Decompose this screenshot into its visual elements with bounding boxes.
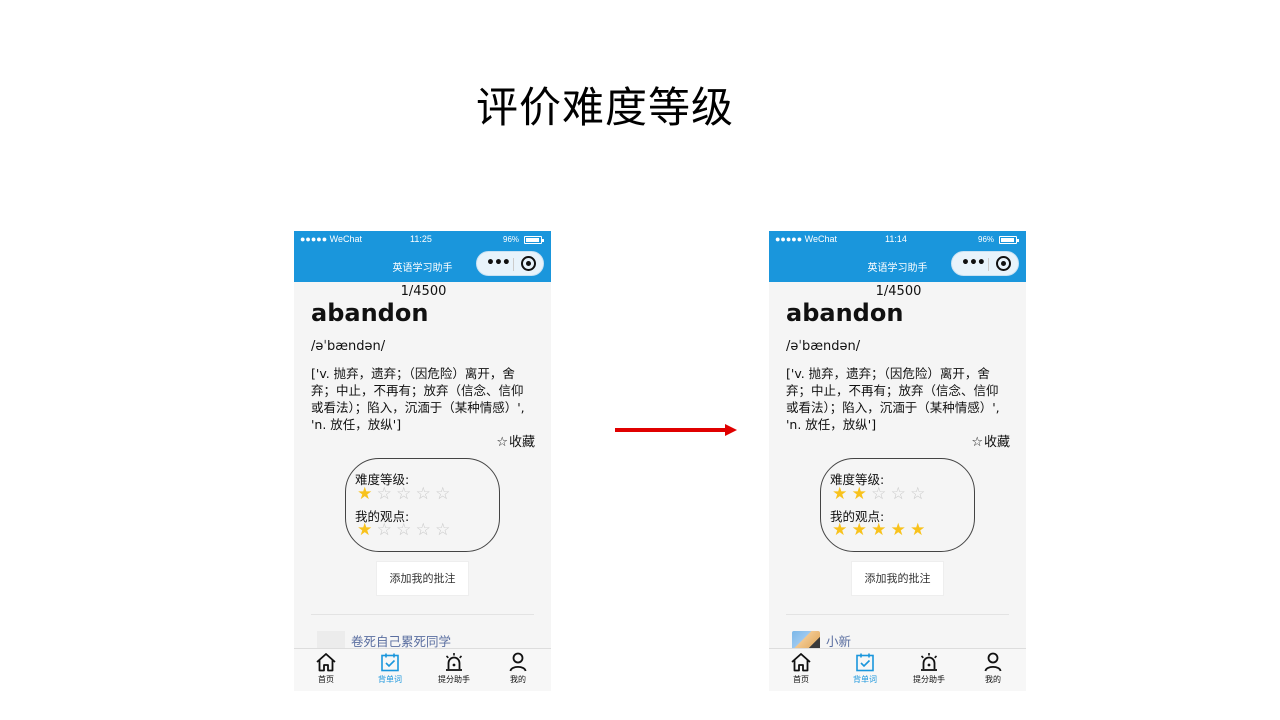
carrier-signal: ●●●●● WeChat bbox=[775, 234, 838, 244]
more-icon[interactable]: ••• bbox=[486, 256, 511, 270]
home-icon bbox=[316, 653, 336, 672]
star-outline-icon: ☆ bbox=[496, 435, 508, 450]
tab-label: 提分助手 bbox=[438, 675, 470, 684]
word-counter-text: 1/4500 bbox=[400, 284, 447, 299]
tab-bar: 首页 背单词 提分助手 我的 bbox=[294, 648, 551, 691]
close-target-icon[interactable] bbox=[521, 256, 536, 271]
battery-icon bbox=[524, 236, 544, 244]
star-empty-icon[interactable]: ☆ bbox=[376, 486, 394, 503]
alarm-light-icon bbox=[445, 653, 463, 671]
battery-icon bbox=[999, 236, 1019, 244]
difficulty-stars[interactable]: ★ ☆ ☆ ☆ ☆ bbox=[356, 486, 452, 503]
alarm-light-icon bbox=[920, 653, 938, 671]
favorite-label: 收藏 bbox=[508, 435, 535, 450]
tab-vocabulary[interactable]: 背单词 bbox=[365, 652, 415, 685]
tab-label: 首页 bbox=[318, 675, 334, 684]
favorite-button[interactable]: ☆收藏 bbox=[496, 431, 535, 450]
transition-arrow-icon bbox=[615, 424, 737, 436]
tab-label: 首页 bbox=[793, 675, 809, 684]
user-icon bbox=[509, 652, 527, 672]
star-filled-icon[interactable]: ★ bbox=[831, 522, 849, 539]
nav-bar: 英语学习助手 ••• bbox=[294, 249, 551, 282]
star-filled-icon[interactable]: ★ bbox=[870, 522, 888, 539]
status-time: 11:25 bbox=[410, 234, 432, 244]
status-bar: ●●●●● WeChat 11:25 96% bbox=[294, 231, 551, 249]
opinion-stars[interactable]: ★ ★ ★ ★ ★ bbox=[831, 522, 927, 539]
tab-label: 提分助手 bbox=[913, 675, 945, 684]
tab-vocabulary[interactable]: 背单词 bbox=[840, 652, 890, 685]
opinion-stars[interactable]: ★ ☆ ☆ ☆ ☆ bbox=[356, 522, 452, 539]
calendar-check-icon bbox=[381, 653, 399, 672]
slide-title: 评价难度等级 bbox=[476, 83, 735, 132]
star-filled-icon[interactable]: ★ bbox=[356, 522, 374, 539]
battery-percent: 96% bbox=[978, 235, 995, 244]
star-filled-icon[interactable]: ★ bbox=[851, 486, 869, 503]
nav-bar: 英语学习助手 ••• bbox=[769, 249, 1026, 282]
status-bar: ●●●●● WeChat 11:14 96% bbox=[769, 231, 1026, 249]
star-filled-icon[interactable]: ★ bbox=[909, 522, 927, 539]
star-empty-icon[interactable]: ☆ bbox=[890, 486, 908, 503]
status-time: 11:14 bbox=[885, 234, 907, 244]
tab-label: 背单词 bbox=[378, 675, 402, 684]
star-empty-icon[interactable]: ☆ bbox=[434, 486, 452, 503]
star-empty-icon[interactable]: ☆ bbox=[415, 522, 433, 539]
definition: ['v. 抛弃，遗弃；（因危险）离开，舍弃；中止，不再有；放弃（信念、信仰或看法… bbox=[311, 366, 525, 432]
star-empty-icon[interactable]: ☆ bbox=[870, 486, 888, 503]
difficulty-stars[interactable]: ★ ★ ☆ ☆ ☆ bbox=[831, 486, 927, 503]
phonetic: /əˈbændən/ bbox=[786, 339, 861, 354]
divider bbox=[311, 614, 534, 615]
tab-profile[interactable]: 我的 bbox=[968, 652, 1018, 685]
mini-program-capsule: ••• bbox=[951, 251, 1019, 276]
star-empty-icon[interactable]: ☆ bbox=[434, 522, 452, 539]
star-empty-icon[interactable]: ☆ bbox=[415, 486, 433, 503]
word-title: abandon bbox=[311, 299, 429, 327]
star-outline-icon: ☆ bbox=[971, 435, 983, 450]
star-filled-icon[interactable]: ★ bbox=[356, 486, 374, 503]
tab-label: 背单词 bbox=[853, 675, 877, 684]
more-icon[interactable]: ••• bbox=[961, 256, 986, 270]
word-title: abandon bbox=[786, 299, 904, 327]
word-counter: 1/4500 bbox=[769, 284, 1026, 299]
add-annotation-button[interactable]: 添加我的批注 bbox=[851, 561, 944, 596]
tab-boost[interactable]: 提分助手 bbox=[904, 652, 954, 685]
tab-home[interactable]: 首页 bbox=[301, 652, 351, 685]
star-filled-icon[interactable]: ★ bbox=[851, 522, 869, 539]
phonetic: /əˈbændən/ bbox=[311, 339, 386, 354]
phone-screen-after: ●●●●● WeChat 11:14 96% 英语学习助手 ••• 1/4500… bbox=[769, 231, 1026, 691]
capsule-divider bbox=[513, 258, 514, 271]
star-filled-icon[interactable]: ★ bbox=[831, 486, 849, 503]
word-counter-text: 1/4500 bbox=[875, 284, 922, 299]
star-empty-icon[interactable]: ☆ bbox=[909, 486, 927, 503]
favorite-label: 收藏 bbox=[983, 435, 1010, 450]
star-empty-icon[interactable]: ☆ bbox=[395, 486, 413, 503]
tab-label: 我的 bbox=[985, 675, 1001, 684]
capsule-divider bbox=[988, 258, 989, 271]
add-annotation-button[interactable]: 添加我的批注 bbox=[376, 561, 469, 596]
star-empty-icon[interactable]: ☆ bbox=[376, 522, 394, 539]
tab-profile[interactable]: 我的 bbox=[493, 652, 543, 685]
mini-program-capsule: ••• bbox=[476, 251, 544, 276]
phone-screen-before: ●●●●● WeChat 11:25 96% 英语学习助手 ••• 1/4500… bbox=[294, 231, 551, 691]
favorite-button[interactable]: ☆收藏 bbox=[971, 431, 1010, 450]
divider bbox=[786, 614, 1009, 615]
user-icon bbox=[984, 652, 1002, 672]
home-icon bbox=[791, 653, 811, 672]
star-empty-icon[interactable]: ☆ bbox=[395, 522, 413, 539]
battery-percent: 96% bbox=[503, 235, 520, 244]
carrier-signal: ●●●●● WeChat bbox=[300, 234, 363, 244]
star-filled-icon[interactable]: ★ bbox=[890, 522, 908, 539]
rating-panel: 难度等级: ★ ★ ☆ ☆ ☆ 我的观点: ★ ★ ★ ★ ★ bbox=[820, 458, 975, 552]
tab-boost[interactable]: 提分助手 bbox=[429, 652, 479, 685]
tab-label: 我的 bbox=[510, 675, 526, 684]
word-counter: 1/4500 bbox=[294, 284, 551, 299]
calendar-check-icon bbox=[856, 653, 874, 672]
definition: ['v. 抛弃，遗弃；（因危险）离开，舍弃；中止，不再有；放弃（信念、信仰或看法… bbox=[786, 366, 1000, 432]
tab-bar: 首页 背单词 提分助手 我的 bbox=[769, 648, 1026, 691]
close-target-icon[interactable] bbox=[996, 256, 1011, 271]
tab-home[interactable]: 首页 bbox=[776, 652, 826, 685]
rating-panel: 难度等级: ★ ☆ ☆ ☆ ☆ 我的观点: ★ ☆ ☆ ☆ ☆ bbox=[345, 458, 500, 552]
